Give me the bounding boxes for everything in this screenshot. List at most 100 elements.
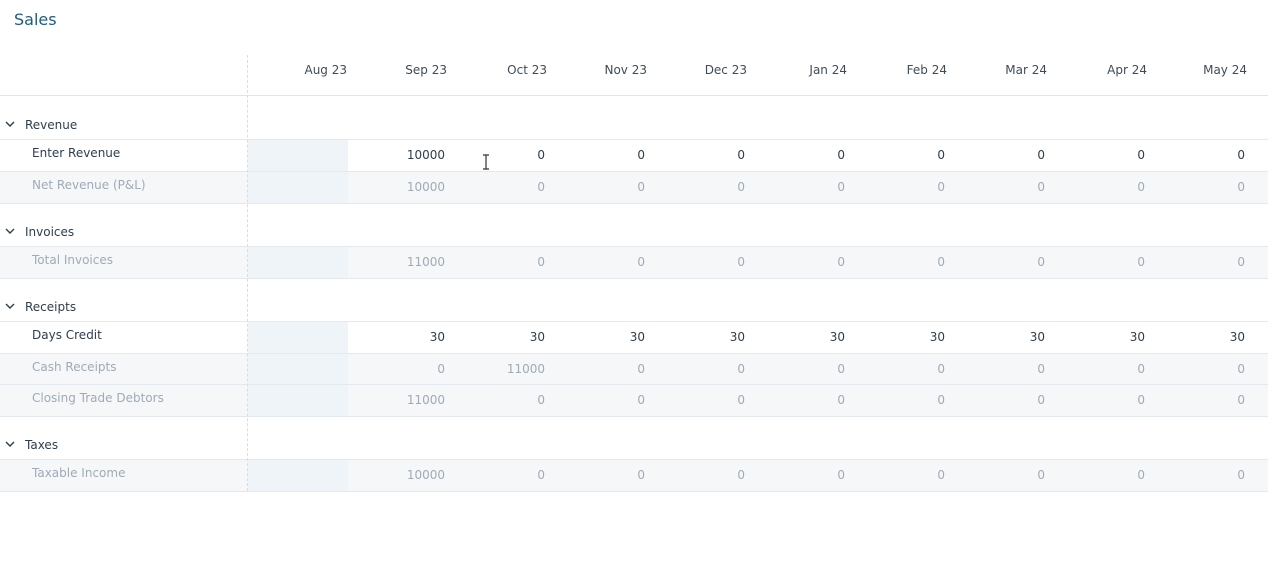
row-label: Closing Trade Debtors [32, 391, 164, 405]
cell-sep-23: 11000 [406, 393, 445, 407]
section-label: Taxes [25, 438, 59, 452]
cell-may-24: 0 [1237, 468, 1245, 482]
cell-oct-23[interactable]: 30 [445, 330, 545, 344]
cell-aug-23 [248, 247, 348, 278]
cell-jan-24[interactable]: 0 [745, 148, 845, 162]
cell-feb-24[interactable]: 0 [845, 148, 945, 162]
cell-jan-24: 0 [837, 362, 845, 376]
cell-feb-24[interactable]: 30 [845, 330, 945, 344]
cell-apr-24: 0 [1137, 255, 1145, 269]
cell-oct-23: 11000 [506, 362, 545, 376]
cell-apr-24: 0 [1137, 393, 1145, 407]
cell-sep-23[interactable]: 30 [345, 330, 445, 344]
cell-nov-23: 0 [637, 255, 645, 269]
row-cash-receipts: Cash Receipts 0 11000 0 0 0 0 0 0 0 [0, 353, 1268, 385]
row-net-revenue-p-l: Net Revenue (P&L) 10000 0 0 0 0 0 0 0 0 [0, 171, 1268, 204]
cell-sep-23: 10000 [406, 180, 445, 194]
cell-nov-23: 0 [637, 468, 645, 482]
cell-oct-23: 0 [537, 393, 545, 407]
cell-oct-23[interactable]: 0 [445, 148, 545, 162]
cell-aug-23 [248, 385, 348, 416]
chevron-down-icon[interactable] [5, 439, 15, 449]
month-header-sep-23: Sep 23 [405, 63, 447, 77]
cell-feb-24: 0 [937, 180, 945, 194]
cell-feb-24: 0 [937, 255, 945, 269]
cell-jan-24[interactable]: 30 [745, 330, 845, 344]
cell-sep-23: 11000 [406, 255, 445, 269]
cell-nov-23: 0 [637, 362, 645, 376]
cell-apr-24[interactable]: 30 [1045, 330, 1145, 344]
month-header-nov-23: Nov 23 [604, 63, 647, 77]
cell-nov-23: 0 [637, 393, 645, 407]
cell-aug-23 [248, 172, 348, 203]
cell-sep-23: 0 [437, 362, 445, 376]
text-cursor-icon [483, 154, 489, 170]
section-taxes[interactable]: Taxes [0, 435, 1268, 457]
cell-aug-23[interactable] [248, 140, 348, 171]
cell-aug-23 [248, 460, 348, 491]
cell-may-24: 0 [1237, 393, 1245, 407]
month-header-jan-24: Jan 24 [809, 63, 847, 77]
cell-aug-23 [248, 354, 348, 385]
chevron-down-icon[interactable] [5, 119, 15, 129]
cell-nov-23[interactable]: 0 [545, 148, 645, 162]
chevron-down-icon[interactable] [5, 301, 15, 311]
page-title: Sales [14, 10, 57, 29]
section-receipts[interactable]: Receipts [0, 297, 1268, 319]
month-header-row: Aug 23 Sep 23 Oct 23 Nov 23 Dec 23 Jan 24 Feb … [0, 55, 1268, 96]
cell-dec-23[interactable]: 0 [645, 148, 745, 162]
cell-oct-23: 0 [537, 180, 545, 194]
cell-mar-24[interactable]: 0 [945, 148, 1045, 162]
cell-dec-23: 0 [737, 468, 745, 482]
cell-may-24: 0 [1237, 362, 1245, 376]
cell-jan-24: 0 [837, 393, 845, 407]
cell-nov-23: 0 [637, 180, 645, 194]
cell-may-24[interactable]: 0 [1145, 148, 1245, 162]
row-label: Days Credit [32, 328, 102, 342]
month-header-feb-24: Feb 24 [906, 63, 947, 77]
cell-may-24: 0 [1237, 255, 1245, 269]
row-days-credit: Days Credit 30 30 30 30 30 30 30 30 30 [0, 321, 1268, 353]
cell-oct-23: 0 [537, 468, 545, 482]
row-total-invoices: Total Invoices 11000 0 0 0 0 0 0 0 0 [0, 246, 1268, 279]
cell-feb-24: 0 [937, 393, 945, 407]
cell-dec-23: 0 [737, 393, 745, 407]
row-label: Total Invoices [32, 253, 113, 267]
cell-dec-23: 0 [737, 362, 745, 376]
cell-dec-23[interactable]: 30 [645, 330, 745, 344]
month-header-apr-24: Apr 24 [1107, 63, 1147, 77]
cell-apr-24: 0 [1137, 362, 1145, 376]
section-invoices[interactable]: Invoices [0, 222, 1268, 244]
cell-jan-24: 0 [837, 468, 845, 482]
row-taxable-income: Taxable Income 10000 0 0 0 0 0 0 0 0 [0, 459, 1268, 492]
cell-apr-24[interactable]: 0 [1045, 148, 1145, 162]
section-label: Invoices [25, 225, 75, 239]
month-header-oct-23: Oct 23 [507, 63, 547, 77]
section-revenue[interactable]: Revenue [0, 115, 1268, 137]
cell-jan-24: 0 [837, 255, 845, 269]
chevron-down-icon[interactable] [5, 226, 15, 236]
cell-dec-23: 0 [737, 255, 745, 269]
cell-jan-24: 0 [837, 180, 845, 194]
row-label: Enter Revenue [32, 146, 121, 160]
cell-nov-23[interactable]: 30 [545, 330, 645, 344]
column-divider [247, 55, 248, 491]
month-header-aug-23: Aug 23 [304, 63, 347, 77]
row-label: Cash Receipts [32, 360, 117, 374]
row-label: Net Revenue (P&L) [32, 178, 146, 192]
row-label: Taxable Income [32, 466, 126, 480]
cell-sep-23: 10000 [406, 468, 445, 482]
cell-mar-24[interactable]: 30 [945, 330, 1045, 344]
cell-mar-24: 0 [1037, 362, 1045, 376]
cell-dec-23: 0 [737, 180, 745, 194]
cell-sep-23[interactable]: 10000 [345, 148, 445, 162]
cell-feb-24: 0 [937, 362, 945, 376]
cell-oct-23: 0 [537, 255, 545, 269]
section-label: Receipts [25, 300, 77, 314]
month-header-mar-24: Mar 24 [1005, 63, 1047, 77]
section-label: Revenue [25, 118, 78, 132]
cell-may-24[interactable]: 30 [1145, 330, 1245, 344]
month-header-may-24: May 24 [1203, 63, 1247, 77]
cell-aug-23[interactable] [248, 322, 348, 353]
row-closing-trade-debtors: Closing Trade Debtors 11000 0 0 0 0 0 0 0 0 [0, 384, 1268, 417]
